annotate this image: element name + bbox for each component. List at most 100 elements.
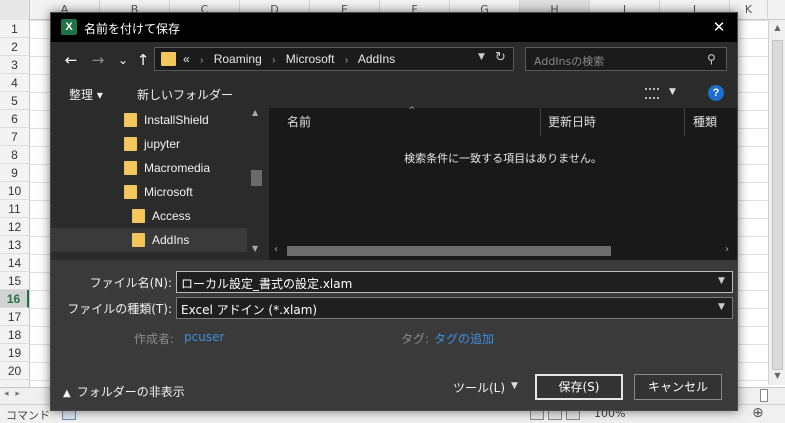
row-header[interactable]: 13 [0, 236, 29, 254]
column-header-modified[interactable]: 更新日時 [548, 108, 596, 136]
dialog-toolbar: 整理 ▾ 新しいフォルダー ▼ ? [51, 78, 737, 108]
filetype-dropdown-chevron-icon[interactable]: ▼ [718, 302, 725, 312]
dialog-title: 名前を付けて保存 [84, 22, 181, 36]
author-label: 作成者: [134, 332, 175, 346]
breadcrumb-microsoft[interactable]: Microsoft [286, 52, 335, 66]
cancel-button[interactable]: キャンセル [634, 374, 722, 400]
scroll-thumb[interactable] [287, 246, 611, 256]
zoom-in-icon[interactable]: ⊕ [752, 405, 764, 421]
forward-arrow-icon[interactable]: → [88, 50, 108, 70]
chevron-up-icon: ▲ [63, 388, 71, 399]
folder-icon [124, 161, 137, 175]
row-header[interactable]: 6 [0, 110, 29, 128]
scroll-thumb[interactable] [772, 40, 783, 370]
refresh-icon[interactable]: ↻ [495, 50, 506, 65]
filename-dropdown-chevron-icon[interactable]: ▼ [718, 276, 725, 286]
column-header-type[interactable]: 種類 [693, 108, 717, 136]
tree-item-macromedia[interactable]: Macromedia [51, 156, 247, 180]
scroll-down-arrow-icon[interactable]: ▼ [769, 368, 785, 384]
sheet-nav-arrows-icon[interactable]: ◂ ▸ [4, 389, 22, 399]
scroll-left-arrow-icon[interactable]: ‹ [274, 244, 278, 255]
filetype-select[interactable]: Excel アドイン (*.xlam) ▼ [176, 297, 733, 319]
folder-icon [124, 185, 137, 199]
tree-item-installshield[interactable]: InstallShield [51, 108, 247, 132]
tree-item-microsoft[interactable]: Microsoft [51, 180, 247, 204]
row-header[interactable]: 17 [0, 308, 29, 326]
breadcrumb-addins[interactable]: AddIns [358, 52, 395, 66]
tools-dropdown-chevron-icon[interactable]: ▼ [511, 381, 518, 391]
breadcrumb-roaming[interactable]: Roaming [214, 52, 262, 66]
tags-label: タグ: [401, 332, 430, 346]
view-dropdown-chevron-icon[interactable]: ▼ [669, 87, 676, 97]
address-bar[interactable]: « › Roaming › Microsoft › AddIns ▼ ↻ [154, 47, 514, 71]
navigation-pane-scrollbar[interactable]: ▲ ▼ [248, 108, 265, 260]
scroll-up-arrow-icon[interactable]: ▲ [252, 108, 258, 117]
horizontal-scroll-handle[interactable] [760, 389, 768, 402]
search-icon[interactable]: ⚲ [707, 52, 716, 66]
select-all-corner[interactable] [0, 0, 30, 20]
row-header[interactable]: 3 [0, 56, 29, 74]
filename-input[interactable]: ローカル設定_書式の設定.xlam ▼ [176, 271, 733, 293]
save-as-dialog: X 名前を付けて保存 ✕ ← → ⌄ ↑ « › Roaming › Micro… [50, 12, 738, 411]
row-header-selected[interactable]: 16 [0, 290, 29, 308]
row-header[interactable]: 4 [0, 74, 29, 92]
row-header[interactable]: 20 [0, 362, 29, 380]
scroll-right-arrow-icon[interactable]: › [725, 244, 729, 255]
new-folder-button[interactable]: 新しいフォルダー [137, 86, 233, 103]
row-header[interactable]: 12 [0, 218, 29, 236]
view-options-icon[interactable] [645, 88, 659, 99]
recent-locations-chevron-icon[interactable]: ⌄ [113, 50, 133, 70]
folder-icon [161, 52, 176, 66]
search-box[interactable]: AddInsの検索 ⚲ [525, 47, 727, 71]
sort-caret-icon: ^ [408, 106, 416, 116]
row-header[interactable]: 10 [0, 182, 29, 200]
save-button[interactable]: 保存(S) [535, 374, 623, 400]
dialog-titlebar[interactable]: X 名前を付けて保存 ✕ [51, 13, 737, 42]
breadcrumb-overflow[interactable]: « [183, 52, 190, 66]
row-header[interactable]: 14 [0, 254, 29, 272]
address-dropdown-chevron-icon[interactable]: ▼ [478, 52, 485, 62]
folder-icon [132, 209, 145, 223]
empty-folder-message: 検索条件に一致する項目はありません。 [404, 152, 602, 165]
organize-menu-button[interactable]: 整理 ▾ [69, 86, 103, 103]
scroll-down-arrow-icon[interactable]: ▼ [252, 244, 258, 253]
tools-menu-button[interactable]: ツール(L) [453, 379, 505, 396]
tree-item-access[interactable]: Access [51, 204, 247, 228]
filetype-value: Excel アドイン (*.xlam) [181, 303, 318, 317]
hide-folders-label: フォルダーの非表示 [76, 385, 185, 399]
row-header[interactable]: 5 [0, 92, 29, 110]
row-header[interactable]: 2 [0, 38, 29, 56]
help-icon[interactable]: ? [708, 85, 724, 101]
row-header[interactable]: 8 [0, 146, 29, 164]
row-header[interactable]: 15 [0, 272, 29, 290]
hide-folders-toggle[interactable]: ▲ フォルダーの非表示 [63, 383, 185, 400]
back-arrow-icon[interactable]: ← [61, 50, 81, 70]
tree-item-label: InstallShield [144, 113, 209, 127]
tree-item-addins[interactable]: AddIns [51, 228, 247, 252]
vertical-scrollbar[interactable]: ▲ ▼ [768, 20, 785, 385]
file-list[interactable]: ^ 名前 更新日時 種類 検索条件に一致する項目はありません。 ‹ › [269, 106, 737, 260]
column-divider[interactable] [540, 108, 541, 136]
row-header[interactable]: 11 [0, 200, 29, 218]
save-options-panel: ファイル名(N): ローカル設定_書式の設定.xlam ▼ ファイルの種類(T)… [51, 260, 737, 410]
column-divider[interactable] [684, 108, 685, 136]
close-button[interactable]: ✕ [701, 13, 737, 42]
breadcrumb: « › Roaming › Microsoft › AddIns [183, 52, 395, 66]
row-header[interactable]: 18 [0, 326, 29, 344]
row-header[interactable]: 1 [0, 20, 29, 38]
scroll-up-arrow-icon[interactable]: ▲ [769, 20, 785, 36]
author-value[interactable]: pcuser [184, 330, 224, 344]
column-header-name[interactable]: 名前 [287, 108, 311, 136]
file-list-horizontal-scrollbar[interactable]: ‹ › [269, 242, 737, 259]
scroll-thumb[interactable] [251, 170, 262, 186]
tree-item-jupyter[interactable]: jupyter [51, 132, 247, 156]
tree-item-label: jupyter [144, 137, 181, 151]
status-mode: コマンド [6, 409, 50, 422]
row-header[interactable]: 9 [0, 164, 29, 182]
add-tags-link[interactable]: タグの追加 [434, 330, 494, 347]
excel-app-icon: X [61, 19, 77, 35]
row-header[interactable]: 19 [0, 344, 29, 362]
up-folder-arrow-icon[interactable]: ↑ [133, 50, 153, 70]
row-header[interactable]: 7 [0, 128, 29, 146]
filename-label: ファイル名(N): [89, 276, 172, 290]
